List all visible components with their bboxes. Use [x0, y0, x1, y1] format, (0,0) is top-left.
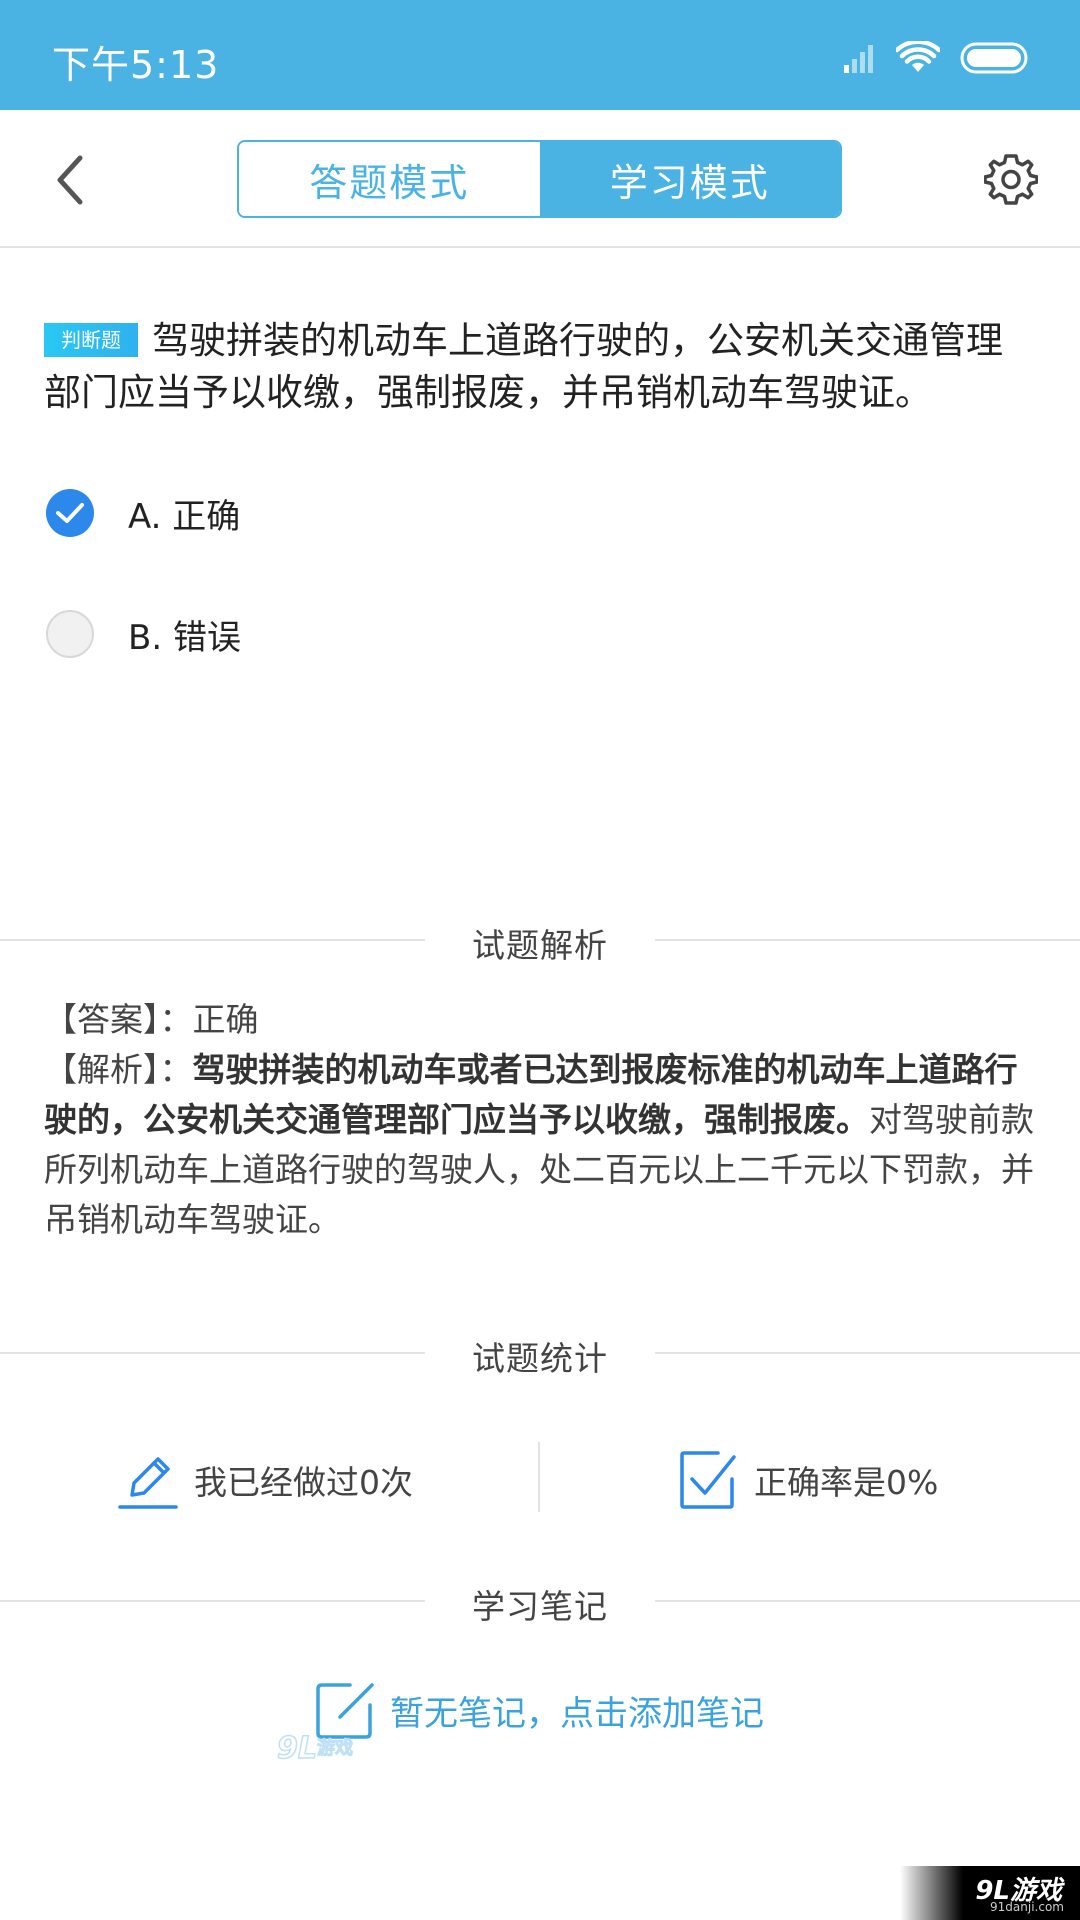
- gear-icon: [984, 154, 1038, 205]
- chevron-left-icon: [57, 155, 83, 205]
- nav-bar: 答题模式 学习模式: [0, 110, 1080, 248]
- option-b-radio[interactable]: [46, 610, 94, 658]
- option-b-label: B. 错误: [128, 617, 241, 658]
- accuracy-stat: 正确率是0%: [678, 1440, 938, 1520]
- settings-button[interactable]: [982, 150, 1040, 208]
- option-b[interactable]: B. 错误: [46, 606, 646, 662]
- tab-answer-mode[interactable]: 答题模式: [239, 142, 540, 216]
- status-time: 下午5:13: [52, 43, 220, 87]
- notes-section-header: 学习笔记: [0, 1576, 1080, 1626]
- back-button[interactable]: [44, 152, 94, 208]
- notes-section-title: 学习笔记: [472, 1587, 608, 1626]
- question-type-badge: 判断题: [44, 323, 138, 357]
- done-count-stat: 我已经做过0次: [118, 1440, 413, 1520]
- answer-value: 正确: [192, 1000, 259, 1039]
- option-a[interactable]: A. 正确: [46, 485, 646, 541]
- watermark-sub-text: 91danji.com: [990, 1900, 1064, 1914]
- analysis-section-title: 试题解析: [472, 926, 608, 965]
- done-count-text: 我已经做过0次: [194, 1463, 413, 1502]
- stats-section-title: 试题统计: [472, 1339, 608, 1378]
- status-bar: 下午5:13: [0, 0, 1080, 110]
- check-icon: [56, 503, 84, 523]
- divider-line: [655, 1600, 1080, 1602]
- pencil-icon: [118, 1457, 178, 1509]
- explanation: 【解析】：驾驶拼装的机动车或者已达到报废标准的机动车上道路行驶的，公安机关交通管…: [44, 1045, 1039, 1245]
- analysis-section-header: 试题解析: [0, 915, 1080, 965]
- accuracy-text: 正确率是0%: [754, 1463, 939, 1502]
- option-a-radio[interactable]: [46, 489, 94, 537]
- signal-icon: [844, 45, 873, 73]
- mode-toggle: 答题模式 学习模式: [237, 140, 842, 218]
- add-note-button[interactable]: 暂无笔记，点击添加笔记: [314, 1678, 764, 1742]
- answer-line: 【答案】：正确: [44, 995, 1039, 1045]
- question-text: 驾驶拼装的机动车上道路行驶的，公安机关交通管理部门应当予以收缴，强制报废，并吊销…: [44, 319, 1003, 414]
- add-note-text: 暂无笔记，点击添加笔记: [390, 1693, 764, 1734]
- battery-icon: [960, 42, 1028, 74]
- svg-text:游戏: 游戏: [317, 1737, 353, 1759]
- wifi-icon: [896, 41, 940, 72]
- question: 判断题 驾驶拼装的机动车上道路行驶的，公安机关交通管理部门应当予以收缴，强制报废，…: [44, 315, 1034, 419]
- watermark-logo: 9L 游戏: [276, 1730, 353, 1767]
- explain-label: 【解析】：: [44, 1050, 193, 1089]
- stats-separator: [538, 1442, 540, 1512]
- divider-line: [655, 939, 1080, 941]
- svg-text:9L: 9L: [277, 1731, 317, 1766]
- stats-section-header: 试题统计: [0, 1328, 1080, 1378]
- option-a-label: A. 正确: [128, 496, 241, 537]
- watermark-corner: 9L游戏 91danji.com: [900, 1866, 1080, 1920]
- analysis-content: 【答案】：正确 【解析】：驾驶拼装的机动车或者已达到报废标准的机动车上道路行驶的…: [44, 995, 1039, 1245]
- status-icons: [842, 38, 1032, 78]
- divider-line: [655, 1352, 1080, 1354]
- checkbox-icon: [680, 1451, 736, 1509]
- answer-label: 【答案】：: [44, 1000, 193, 1039]
- tab-study-mode[interactable]: 学习模式: [539, 142, 840, 216]
- stats-row: 我已经做过0次 正确率是0%: [0, 1440, 1080, 1520]
